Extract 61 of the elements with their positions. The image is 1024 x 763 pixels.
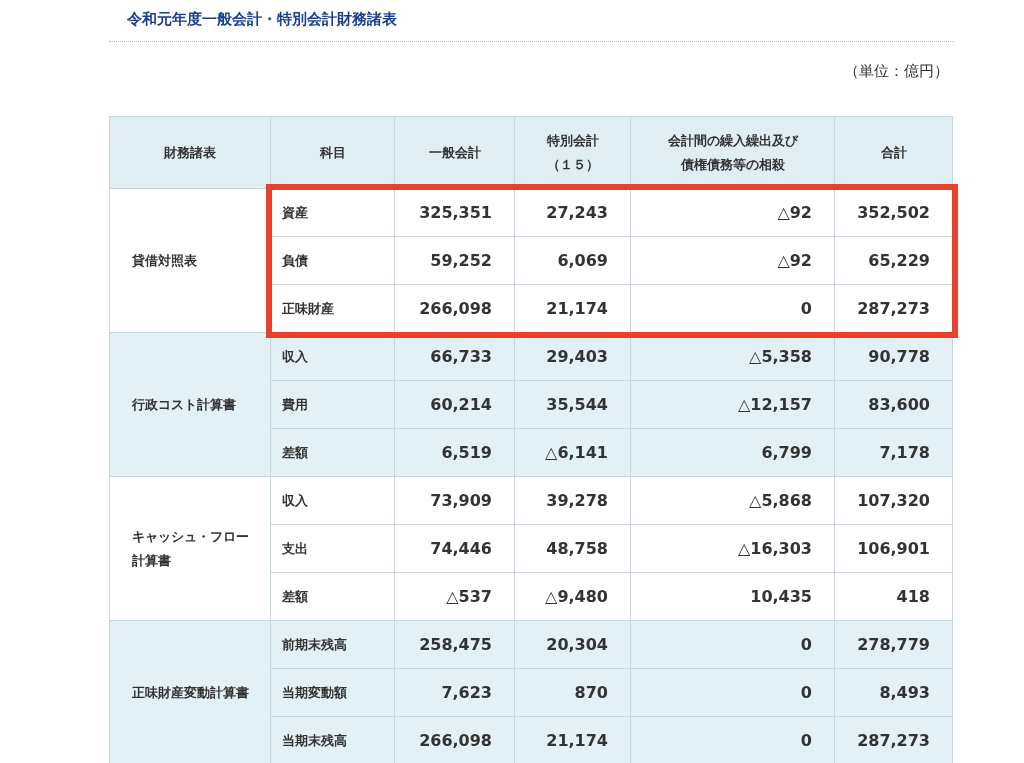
table-header-text: 財務諸表 bbox=[164, 143, 216, 162]
table-cell: 74,446 bbox=[395, 525, 515, 573]
table-header-text: 一般会計 bbox=[428, 143, 481, 162]
table-cell: 48,758 bbox=[515, 525, 631, 573]
table-header-text: （１５） bbox=[546, 155, 599, 174]
table-cell: 29,403 bbox=[515, 333, 631, 381]
table-cell: 266,098 bbox=[395, 285, 515, 333]
table-cell: 266,098 bbox=[395, 717, 515, 763]
table-cell: 支出 bbox=[271, 525, 395, 573]
table-cell: 352,502 bbox=[835, 189, 953, 237]
unit-label: （単位：億円） bbox=[844, 62, 949, 80]
table-cell: 287,273 bbox=[835, 717, 953, 763]
table-cell: 258,475 bbox=[395, 621, 515, 669]
table-cell: 27,243 bbox=[515, 189, 631, 237]
table-cell: 0 bbox=[631, 621, 835, 669]
table-cell: 278,779 bbox=[835, 621, 953, 669]
table-cell: 正味財産 bbox=[271, 285, 395, 333]
table-cell: 当期変動額 bbox=[271, 669, 395, 717]
table-cell: △16,303 bbox=[631, 525, 835, 573]
table-header-text: 債権債務等の相殺 bbox=[680, 155, 785, 174]
table-cell: 325,351 bbox=[395, 189, 515, 237]
table-cell: 106,901 bbox=[835, 525, 953, 573]
table-cell: 870 bbox=[515, 669, 631, 717]
table-cell: 負債 bbox=[271, 237, 395, 285]
table-cell: 7,623 bbox=[395, 669, 515, 717]
table-cell: 前期末残高 bbox=[271, 621, 395, 669]
table-header-text: 会計間の繰入繰出及び bbox=[667, 132, 798, 151]
table-cell: 35,544 bbox=[515, 381, 631, 429]
table-cell: 8,493 bbox=[835, 669, 953, 717]
table-cell: 21,174 bbox=[515, 285, 631, 333]
table-cell: 収入 bbox=[271, 477, 395, 525]
table-cell: 6,069 bbox=[515, 237, 631, 285]
table-cell: 90,778 bbox=[835, 333, 953, 381]
table-cell: 費用 bbox=[271, 381, 395, 429]
table-cell: 66,733 bbox=[395, 333, 515, 381]
table-header-text: 合計 bbox=[880, 143, 907, 162]
table-cell: 20,304 bbox=[515, 621, 631, 669]
table-cell: 83,600 bbox=[835, 381, 953, 429]
table-cell: 287,273 bbox=[835, 285, 953, 333]
table-cell: 59,252 bbox=[395, 237, 515, 285]
table-cell: 0 bbox=[631, 717, 835, 763]
table-cell: 0 bbox=[631, 285, 835, 333]
table-cell: 73,909 bbox=[395, 477, 515, 525]
table-cell: 収入 bbox=[271, 333, 395, 381]
table-cell: 65,229 bbox=[835, 237, 953, 285]
table-header-text: 科目 bbox=[319, 143, 346, 162]
table-cell: △12,157 bbox=[631, 381, 835, 429]
table-cell: 39,278 bbox=[515, 477, 631, 525]
table-cell: 60,214 bbox=[395, 381, 515, 429]
table-cell: 0 bbox=[631, 669, 835, 717]
table-cell: 21,174 bbox=[515, 717, 631, 763]
table-cell: △92 bbox=[631, 189, 835, 237]
table-header-text: 特別会計 bbox=[546, 132, 599, 151]
table-cell: △92 bbox=[631, 237, 835, 285]
table-cell: △5,358 bbox=[631, 333, 835, 381]
group-cell: 正味財産変動計算書 bbox=[110, 621, 271, 763]
table-cell: △5,868 bbox=[631, 477, 835, 525]
table-cell: 当期末残高 bbox=[271, 717, 395, 763]
table-cell: 資産 bbox=[271, 189, 395, 237]
table-cell: 107,320 bbox=[835, 477, 953, 525]
page-title: 令和元年度一般会計・特別会計財務諸表 bbox=[109, 10, 953, 42]
